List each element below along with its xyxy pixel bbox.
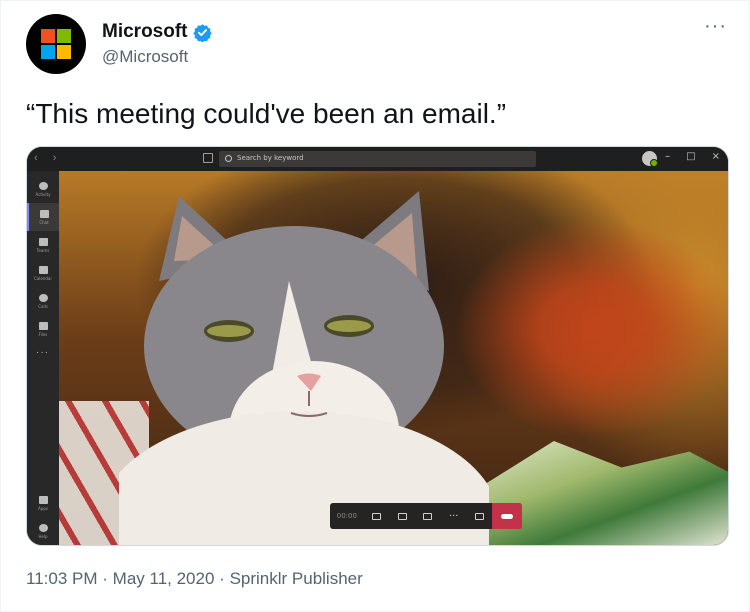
- files-icon: [38, 321, 48, 330]
- author-display-name[interactable]: Microsoft: [102, 21, 188, 43]
- mic-icon: [397, 512, 407, 520]
- maximize-icon[interactable]: □: [686, 151, 695, 162]
- meta-separator: ·: [219, 569, 225, 588]
- camera-icon: [372, 512, 382, 520]
- rail-item-files[interactable]: Files: [27, 315, 59, 343]
- teams-app-rail: Activity Chat Teams Calendar Calls Files: [27, 171, 59, 545]
- teams-icon: [38, 237, 48, 246]
- close-icon[interactable]: ×: [712, 151, 720, 162]
- mic-button[interactable]: [389, 503, 415, 529]
- rail-item-activity[interactable]: Activity: [27, 175, 59, 203]
- tweet-source[interactable]: Sprinklr Publisher: [230, 569, 363, 588]
- nav-arrows-icon[interactable]: ‹ ›: [34, 152, 62, 164]
- rail-item-apps[interactable]: Apps: [27, 489, 59, 517]
- apps-icon: [38, 495, 48, 504]
- call-more-button[interactable]: ···: [441, 503, 467, 529]
- rail-item-chat[interactable]: Chat: [27, 203, 59, 231]
- phone-icon: [38, 293, 48, 302]
- author-handle[interactable]: @Microsoft: [102, 47, 188, 67]
- wrapping-paper-right: [459, 441, 728, 545]
- avatar[interactable]: [26, 14, 86, 74]
- hang-up-icon: [501, 513, 514, 519]
- microsoft-logo-icon: [41, 29, 71, 59]
- search-placeholder: Search by keyword: [237, 154, 304, 162]
- call-controls-bar: 00:00 ···: [330, 503, 523, 529]
- cat-image: [119, 191, 489, 545]
- video-feed: 00:00 ···: [59, 171, 728, 545]
- chat-icon: [39, 209, 49, 218]
- tweet-text: “This meeting could've been an email.”: [26, 98, 507, 129]
- user-avatar[interactable]: [642, 151, 658, 167]
- rail-item-help[interactable]: Help: [27, 517, 59, 545]
- teams-titlebar: ‹ › Search by keyword – □ ×: [27, 147, 728, 171]
- rail-item-calls[interactable]: Calls: [27, 287, 59, 315]
- rail-item-teams[interactable]: Teams: [27, 231, 59, 259]
- tweet-media[interactable]: ‹ › Search by keyword – □ × Activity Cha…: [26, 146, 729, 546]
- tweet-date[interactable]: May 11, 2020: [113, 569, 215, 588]
- calendar-icon: [38, 265, 48, 274]
- camera-button[interactable]: [364, 503, 390, 529]
- verified-badge-icon: [192, 23, 212, 42]
- chat-button[interactable]: [467, 503, 493, 529]
- window-controls: – □ ×: [665, 151, 720, 162]
- hang-up-button[interactable]: [492, 503, 523, 529]
- meta-separator: ·: [102, 569, 108, 588]
- rail-more-icon[interactable]: ···: [36, 347, 49, 358]
- call-timer: 00:00: [336, 512, 357, 520]
- search-icon: [225, 155, 232, 162]
- tweet-time[interactable]: 11:03 PM: [26, 569, 98, 588]
- rail-item-calendar[interactable]: Calendar: [27, 259, 59, 287]
- search-input[interactable]: Search by keyword: [219, 151, 536, 167]
- minimize-icon[interactable]: –: [665, 151, 670, 162]
- more-options-icon[interactable]: ···: [704, 15, 727, 38]
- bell-icon: [38, 181, 48, 190]
- author-name-row: Microsoft: [102, 21, 212, 43]
- share-button[interactable]: [415, 503, 441, 529]
- tweet-metadata: 11:03 PM · May 11, 2020 · Sprinklr Publi…: [26, 569, 363, 589]
- compose-icon[interactable]: [203, 153, 213, 163]
- chat-icon: [474, 512, 484, 520]
- tweet-card: Microsoft @Microsoft ··· “This meeting c…: [0, 0, 750, 612]
- share-icon: [423, 512, 433, 520]
- help-icon: [38, 523, 48, 532]
